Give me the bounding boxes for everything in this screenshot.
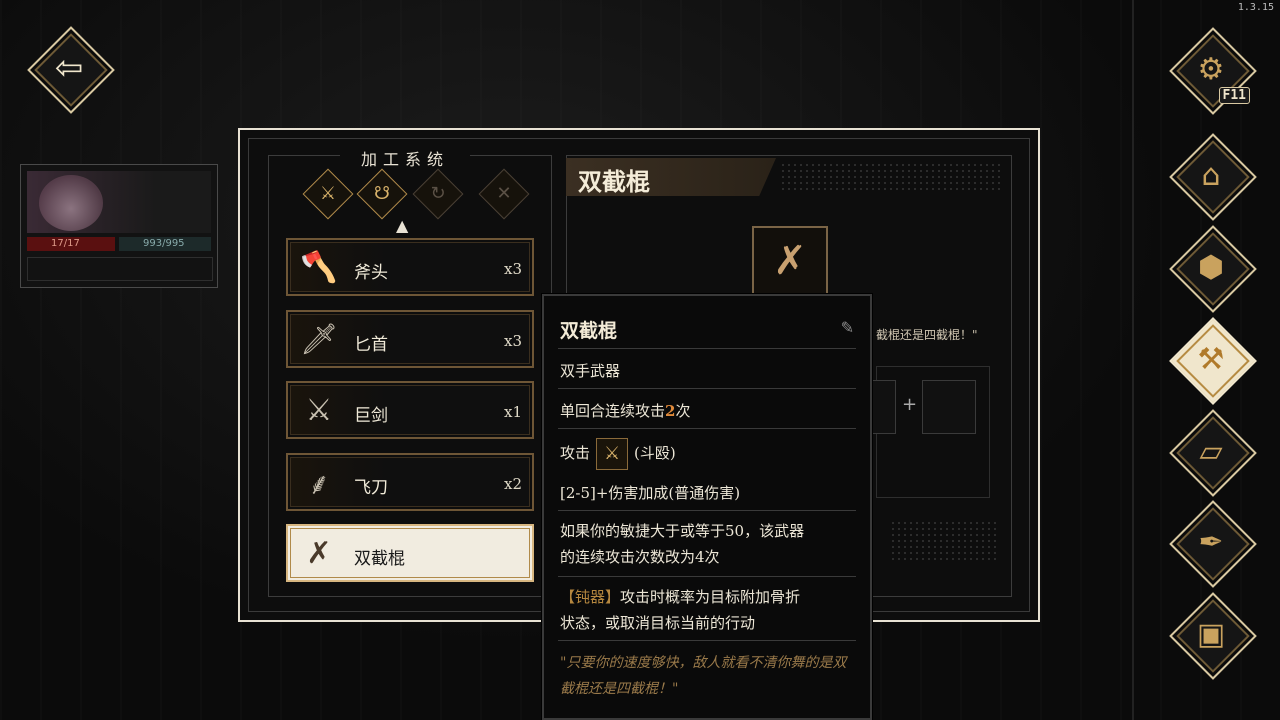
panel-title: 加工系统 [340, 146, 470, 170]
divider [558, 348, 856, 349]
swirl-icon: ↻ [430, 183, 446, 204]
item-count: x1 [503, 403, 522, 421]
hp-bar: 17/17 [27, 237, 115, 251]
pin-icon: ✎ [840, 318, 854, 337]
list-item-selected[interactable]: ✗ 双截棍 [286, 524, 534, 582]
back-button[interactable]: ⇦ [27, 26, 115, 114]
blunt-tag: 【钝器】 [560, 588, 621, 606]
agility-line-1: 如果你的敏捷大于或等于50，该武器 [560, 522, 805, 540]
mp-bar: 993/995 [119, 237, 211, 251]
sidebar-item-crafting[interactable]: ⚒ [1169, 317, 1257, 405]
item-name: 巨剑 [354, 406, 388, 426]
list-item[interactable]: 🪓 斧头 x3 [286, 238, 534, 296]
attack-type: (斗殴) [634, 444, 676, 462]
attack-line: 攻击 ⚔ (斗殴) [560, 438, 676, 470]
tab-weapons[interactable]: ⚔ [302, 168, 354, 220]
vehicle-icon: ▣ [1196, 616, 1226, 652]
item-count: x2 [503, 475, 522, 493]
house-icon: ⌂ [1201, 157, 1221, 193]
divider [558, 510, 856, 511]
status-strip [27, 257, 213, 281]
attack-label: 攻击 [560, 444, 591, 462]
divider [558, 576, 856, 577]
nunchaku-icon: ✗ [306, 535, 332, 571]
item-name: 斧头 [354, 263, 388, 283]
tab-materials[interactable]: ↻ [412, 168, 464, 220]
agility-line-2: 的连续攻击次数改为4次 [560, 548, 720, 566]
decorative-dots [780, 162, 1000, 192]
sidebar-item-vehicle[interactable]: ▣ [1169, 592, 1257, 680]
detail-title: 双截棍 [578, 167, 650, 196]
crossed-tools-icon: ✕ [496, 183, 512, 204]
combo-suffix: 次 [675, 402, 691, 420]
sidebar-item-quest[interactable]: ✒ [1169, 500, 1257, 588]
flavor-quote: "只要你的速度够快，敌人就看不清你舞的是双截棍还是四截棍！" [560, 655, 847, 697]
throwing-knife-icon: ⸙ [307, 466, 331, 502]
tab-accessories[interactable]: ☋ [356, 168, 408, 220]
blunt-line-2: 状态，或取消目标当前的行动 [560, 614, 756, 632]
hotkey-badge: F11 [1218, 87, 1250, 104]
hammer-wrench-icon: ⚒ [1197, 341, 1225, 377]
item-count: x3 [503, 260, 522, 278]
axe-icon: 🪓 [300, 249, 338, 285]
brawl-icon: ⚔ [596, 438, 629, 470]
weapon-type: 双手武器 [560, 362, 621, 380]
arrow-left-icon: ⇦ [54, 48, 84, 88]
list-item[interactable]: ⚔ 巨剑 x1 [286, 381, 534, 439]
sidebar-divider [1132, 0, 1134, 720]
character-card[interactable]: 17/17 993/995 [20, 164, 218, 288]
chevron-up-icon[interactable]: ▲ [396, 216, 408, 235]
damage-line: [2-5]+伤害加成(普通伤害) [560, 484, 741, 502]
item-count: x3 [503, 332, 522, 350]
nunchaku-icon: ✗ [752, 226, 828, 296]
hexagon-icon: ⬢ [1197, 249, 1225, 285]
recipe-slot[interactable] [922, 380, 976, 434]
item-tooltip: 双截棍 ✎ 双手武器 单回合连续攻击2次 攻击 ⚔ (斗殴) [2-5]+伤害加成(… [542, 294, 872, 720]
settings-button[interactable]: ⚙ F11 [1169, 27, 1257, 115]
sidebar-item-skills[interactable]: ⬢ [1169, 225, 1257, 313]
detail-quote: 截棍还是四截棍！" [876, 328, 978, 342]
blunt-text-1: 攻击时概率为目标附加骨折 [620, 588, 801, 606]
version-label: 1.3.15 [1237, 2, 1274, 13]
tab-locked[interactable]: ✕ [478, 168, 530, 220]
sidebar-item-journal[interactable]: ▱ [1169, 409, 1257, 497]
greatsword-icon: ⚔ [305, 392, 333, 428]
plus-icon: + [902, 394, 918, 415]
list-item[interactable]: ⸙ 飞刀 x2 [286, 453, 534, 511]
category-tabs: ⚔ ☋ ↻ ✕ [290, 168, 530, 220]
book-icon: ▱ [1199, 433, 1223, 469]
item-name: 匕首 [354, 335, 388, 355]
combo-line: 单回合连续攻击2次 [560, 400, 690, 421]
item-name: 飞刀 [354, 478, 388, 498]
tooltip-title: 双截棍 [560, 320, 618, 342]
item-name: 双截棍 [354, 549, 405, 569]
divider [558, 428, 856, 429]
sidebar-item-home[interactable]: ⌂ [1169, 133, 1257, 221]
avatar-face [39, 175, 103, 231]
divider [558, 640, 856, 641]
sword-icon: ⚔ [319, 183, 337, 204]
avatar [27, 171, 211, 233]
divider [558, 388, 856, 389]
decorative-dots [890, 520, 1000, 560]
quill-icon: ✒ [1198, 524, 1224, 560]
bag-icon: ☋ [374, 183, 390, 204]
combo-prefix: 单回合连续攻击 [560, 402, 666, 420]
list-item[interactable]: 🗡 匕首 x3 [286, 310, 534, 368]
blunt-line-1: 【钝器】攻击时概率为目标附加骨折 [560, 586, 800, 607]
dagger-icon: 🗡 [299, 321, 339, 357]
combo-value: 2 [665, 402, 676, 420]
